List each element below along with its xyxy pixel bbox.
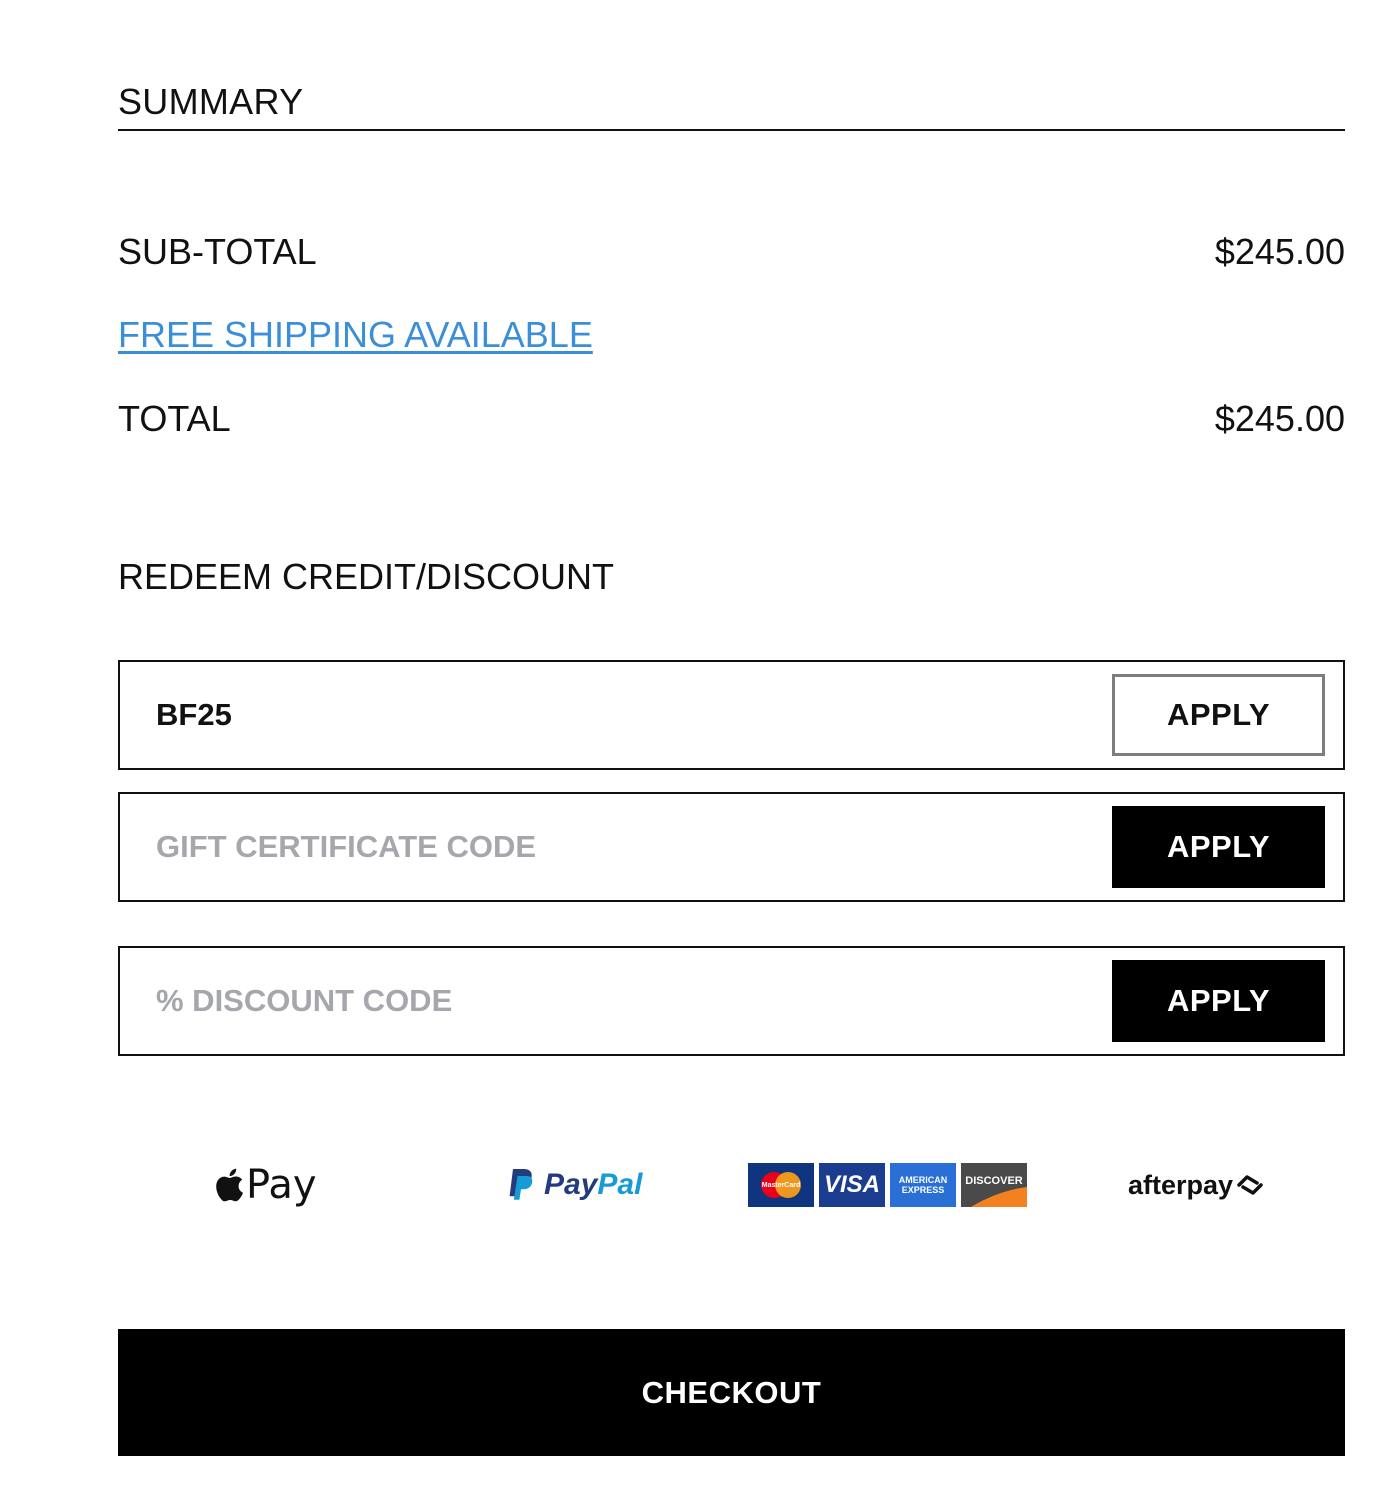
discount-code-apply-button[interactable]: APPLY — [1112, 960, 1325, 1042]
apple-pay-logo: Pay — [214, 1150, 317, 1220]
subtotal-label: SUB-TOTAL — [118, 231, 317, 272]
visa-label: VISA — [823, 1171, 880, 1198]
gift-certificate-input[interactable] — [156, 827, 1056, 867]
apple-icon — [216, 1168, 243, 1202]
afterpay-label: afterpay — [1128, 1169, 1234, 1200]
mastercard-icon: MasterCard — [748, 1163, 814, 1207]
gift-certificate-apply-button[interactable]: APPLY — [1112, 806, 1325, 888]
paypal-icon — [509, 1169, 533, 1200]
afterpay-logo: afterpay — [1128, 1150, 1265, 1220]
summary-divider — [118, 129, 1345, 131]
paypal-label-pay: Pay — [544, 1168, 598, 1201]
credit-card-logos: MasterCard VISA AMERICAN EXPRESS DISCOVE… — [748, 1150, 1032, 1220]
checkout-button[interactable]: CHECKOUT — [118, 1329, 1345, 1456]
mastercard-label: MasterCard — [761, 1181, 801, 1189]
gift-certificate-box: APPLY — [118, 792, 1345, 902]
visa-icon: VISA — [819, 1163, 885, 1207]
discover-icon: DISCOVER — [961, 1163, 1027, 1207]
total-label: TOTAL — [118, 398, 231, 439]
summary-title: SUMMARY — [118, 81, 304, 122]
paypal-label-pal: Pal — [597, 1168, 643, 1201]
discount-code-box: APPLY — [118, 946, 1345, 1056]
free-shipping-link[interactable]: FREE SHIPPING AVAILABLE — [118, 315, 593, 355]
total-row: TOTAL $245.00 — [118, 399, 1345, 439]
payment-methods: Pay PayPal MasterCard VISA AMERICAN EXPR… — [118, 1150, 1345, 1220]
subtotal-row: SUB-TOTAL $245.00 — [118, 232, 1345, 272]
afterpay-loop-icon — [1237, 1175, 1263, 1195]
discover-label: DISCOVER — [965, 1174, 1023, 1187]
paypal-logo: PayPal — [506, 1150, 642, 1220]
discount-code-input[interactable] — [156, 981, 1056, 1021]
promo-code-apply-button[interactable]: APPLY — [1112, 674, 1325, 756]
paypal-label: PayPal — [544, 1168, 642, 1202]
redeem-title: REDEEM CREDIT/DISCOUNT — [118, 556, 615, 597]
total-value: $245.00 — [1214, 398, 1345, 439]
subtotal-value: $245.00 — [1214, 231, 1345, 272]
amex-label: AMERICAN EXPRESS — [898, 1175, 948, 1195]
amex-icon: AMERICAN EXPRESS — [890, 1163, 956, 1207]
apple-pay-label: Pay — [246, 1162, 317, 1208]
promo-code-box: APPLY — [118, 660, 1345, 770]
promo-code-input[interactable] — [156, 695, 1056, 735]
